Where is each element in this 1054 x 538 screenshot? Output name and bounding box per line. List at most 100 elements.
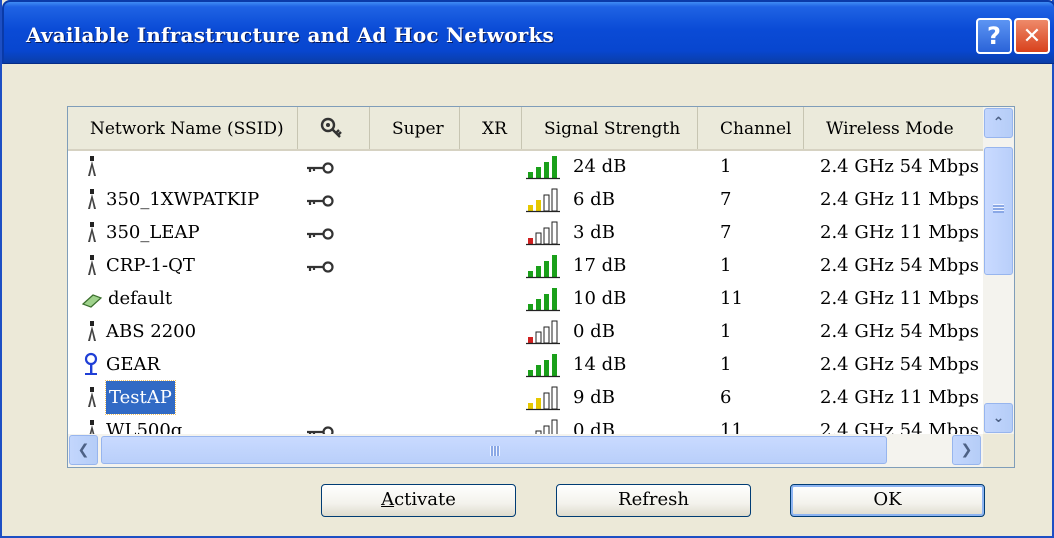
channel-cell: 1: [720, 321, 732, 342]
scroll-right-button[interactable]: ❯: [952, 435, 981, 465]
chevron-right-icon: ❯: [960, 442, 973, 458]
channel-cell: 7: [720, 189, 732, 210]
chevron-up-icon: ⌃: [992, 115, 1005, 131]
column-header-super[interactable]: Super: [370, 107, 460, 149]
key-icon: [307, 162, 334, 174]
ssid-cell: TestAP: [105, 380, 176, 415]
ok-button[interactable]: OK: [790, 484, 985, 517]
grip-icon: [993, 204, 1004, 213]
wireless-mode-cell: 2.4 GHz 54 Mbps: [820, 255, 979, 276]
close-icon: ✕: [1022, 23, 1042, 49]
activate-accelerator: A: [381, 489, 395, 510]
column-header-label: Channel: [720, 119, 792, 139]
refresh-button[interactable]: Refresh: [556, 484, 751, 517]
chevron-left-icon: ❮: [77, 442, 90, 458]
channel-cell: 1: [720, 255, 732, 276]
channel-cell: 11: [720, 288, 743, 309]
signal-bars-icon: [526, 255, 560, 279]
network-row[interactable]: 24 dB 1 2.4 GHz 54 Mbps: [68, 150, 983, 183]
wireless-mode-cell: 2.4 GHz 11 Mbps: [820, 288, 979, 309]
scroll-down-button[interactable]: ⌄: [984, 403, 1013, 433]
key-icon: [307, 228, 334, 240]
scroll-up-button[interactable]: ⌃: [984, 108, 1013, 138]
activate-label: ctivate: [394, 489, 456, 510]
signal-strength-cell: 10 dB: [573, 288, 627, 309]
ssid-cell: CRP-1-QT: [106, 255, 195, 276]
access-point-icon: [88, 189, 96, 209]
signal-bars-icon: [526, 188, 560, 213]
network-row[interactable]: ABS 2200 0 dB 1 2.4 GHz 54 Mbps: [68, 315, 983, 348]
access-point-icon: [88, 387, 96, 407]
ok-label: OK: [873, 489, 902, 510]
ssid-cell: 350_1XWPATKIP: [106, 189, 260, 210]
network-row[interactable]: GEAR 14 dB 1 2.4 GHz 54 Mbps: [68, 348, 983, 381]
ssid-cell: 350_LEAP: [106, 222, 200, 243]
signal-bars-icon: [526, 320, 560, 345]
column-header-xr[interactable]: XR: [460, 107, 522, 149]
network-row[interactable]: 350_1XWPATKIP 6 dB 7 2.4 GHz 11 Mbps: [68, 183, 983, 216]
scroll-left-button[interactable]: ❮: [69, 435, 98, 465]
signal-bars-icon: [526, 156, 560, 180]
column-header-label: Wireless Mode: [826, 119, 954, 139]
networks-dialog: Available Infrastructure and Ad Hoc Netw…: [0, 0, 1054, 538]
wireless-mode-cell: 2.4 GHz 54 Mbps: [820, 354, 979, 375]
vertical-scroll-thumb[interactable]: [984, 147, 1013, 275]
column-header-ssid[interactable]: Network Name (SSID): [68, 107, 298, 149]
column-header-channel[interactable]: Channel: [698, 107, 804, 149]
help-icon: ?: [987, 22, 1001, 50]
dialog-title: Available Infrastructure and Ad Hoc Netw…: [26, 23, 555, 47]
key-icon: [307, 195, 334, 207]
chevron-down-icon: ⌄: [992, 410, 1005, 426]
ssid-cell: ABS 2200: [106, 321, 197, 342]
access-point-icon: [88, 222, 96, 242]
signal-strength-cell: 14 dB: [573, 354, 627, 375]
help-button[interactable]: ?: [976, 18, 1012, 54]
access-point-icon: [88, 255, 96, 275]
signal-bars-icon: [526, 386, 560, 411]
signal-bars-icon: [526, 354, 560, 378]
wireless-mode-cell: 2.4 GHz 11 Mbps: [820, 189, 979, 210]
network-row[interactable]: CRP-1-QT 17 dB 1 2.4 GHz 54 Mbps: [68, 249, 983, 282]
access-point-icon: [88, 156, 96, 176]
close-button[interactable]: ✕: [1014, 18, 1050, 54]
list-header: Network Name (SSID) Super XR Signal Stre…: [68, 107, 983, 151]
signal-strength-cell: 6 dB: [573, 189, 615, 210]
column-header-label: Super: [392, 119, 444, 139]
network-row[interactable]: 350_LEAP 3 dB 7 2.4 GHz 11 Mbps: [68, 216, 983, 249]
wireless-mode-cell: 2.4 GHz 54 Mbps: [820, 156, 979, 177]
signal-strength-cell: 9 dB: [573, 387, 615, 408]
connected-ap-icon: [84, 352, 98, 375]
grip-icon: [490, 446, 500, 456]
access-point-icon: [88, 321, 96, 341]
column-header-wireless-mode[interactable]: Wireless Mode: [804, 107, 984, 149]
horizontal-scrollbar[interactable]: ❮ ❯: [68, 434, 983, 467]
activate-button[interactable]: Activate: [321, 484, 516, 517]
network-row[interactable]: TestAP 9 dB 6 2.4 GHz 11 Mbps: [68, 380, 983, 415]
network-list[interactable]: Network Name (SSID) Super XR Signal Stre…: [67, 106, 1015, 468]
channel-cell: 6: [720, 387, 732, 408]
ssid-cell: default: [108, 288, 173, 309]
column-header-label: XR: [482, 119, 507, 139]
signal-bars-icon: [526, 221, 560, 246]
horizontal-scroll-thumb[interactable]: [101, 436, 887, 464]
vertical-scrollbar[interactable]: ⌃ ⌄: [983, 107, 1014, 434]
column-header-encryption[interactable]: [298, 107, 370, 149]
signal-strength-cell: 3 dB: [573, 222, 615, 243]
adhoc-card-icon: [81, 294, 103, 308]
wireless-mode-cell: 2.4 GHz 54 Mbps: [820, 321, 979, 342]
signal-bars-icon: [526, 288, 560, 312]
channel-cell: 7: [720, 222, 732, 243]
ssid-cell: GEAR: [106, 354, 161, 375]
signal-strength-cell: 24 dB: [573, 156, 627, 177]
wireless-mode-cell: 2.4 GHz 11 Mbps: [820, 222, 979, 243]
column-header-label: Network Name (SSID): [90, 119, 284, 139]
column-header-label: Signal Strength: [544, 119, 681, 139]
column-header-signal-strength[interactable]: Signal Strength: [522, 107, 698, 149]
signal-strength-cell: 0 dB: [573, 321, 615, 342]
network-row[interactable]: default 10 dB 11 2.4 GHz 11 Mbps: [68, 282, 983, 315]
scrollbar-corner: [983, 434, 1014, 467]
encryption-key-icon: [320, 117, 342, 138]
title-bar[interactable]: Available Infrastructure and Ad Hoc Netw…: [2, 0, 1054, 64]
channel-cell: 1: [720, 354, 732, 375]
key-icon: [307, 261, 334, 273]
